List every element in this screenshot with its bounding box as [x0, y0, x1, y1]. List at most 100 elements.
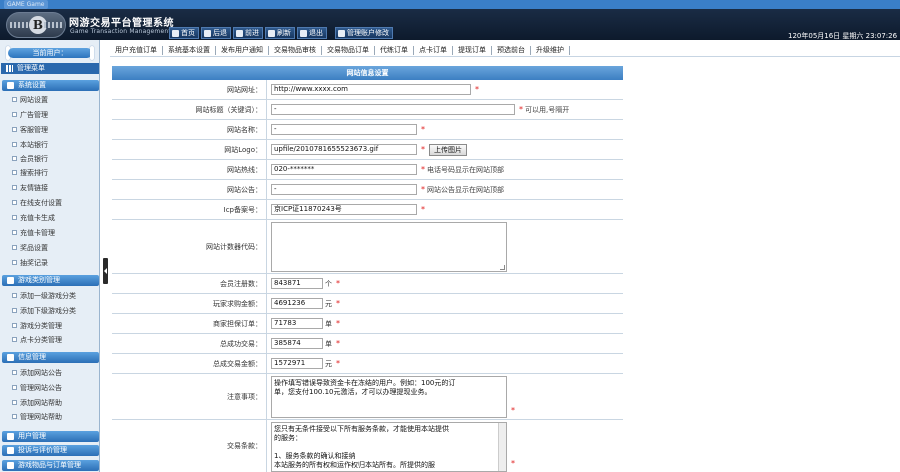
icp-input[interactable]: 京ICP证11870243号: [271, 204, 417, 215]
settings-form: 网站信息设置 网站网址： http://www.xxxx.com * 网站标题（关…: [112, 66, 623, 472]
menu-item-card-category-manage[interactable]: 点卡分类管理: [12, 335, 62, 345]
row-total-amount: 总成交易金额： 1572971 元 *: [112, 354, 623, 374]
page-icon: [12, 337, 17, 342]
row-site-url: 网站网址： http://www.xxxx.com *: [112, 80, 623, 100]
back-button[interactable]: 后退: [201, 27, 231, 39]
menu-grid-icon: [6, 65, 13, 72]
notice-text-textarea[interactable]: 操作填写错误导致资金卡在冻结的用户。例如：100元的订 单，您支付100.10元激…: [271, 375, 507, 418]
menu-item-manage-help[interactable]: 管理网站帮助: [12, 412, 62, 422]
required-mark: *: [511, 459, 515, 468]
row-icp: Icp备案号： 京ICP证11870243号 *: [112, 200, 623, 220]
tab-withdraw-orders[interactable]: 提现订单: [453, 45, 492, 55]
terms-textarea[interactable]: 您只有无条件接受以下所有服务条款，才能使用本站提供 的服务： 1、服务条款的确认和…: [271, 422, 507, 472]
menu-item-customer-service[interactable]: 客服管理: [12, 125, 48, 135]
page-icon: [12, 370, 17, 375]
required-mark: *: [421, 145, 425, 154]
menu-item-lottery-records[interactable]: 抽奖记录: [12, 258, 48, 268]
menu-item-site-settings[interactable]: 网站设置: [12, 95, 48, 105]
page-icon: [12, 170, 17, 175]
forward-button[interactable]: 前进: [233, 27, 263, 39]
site-logo-input[interactable]: upfile/2010781655523673.gif: [271, 144, 417, 155]
notice-input[interactable]: -: [271, 184, 417, 195]
page-icon: [12, 260, 17, 265]
menu-item-add-sub-category[interactable]: 添加下级游戏分类: [12, 306, 76, 316]
row-member-count: 会员注册数： 843871 个 *: [112, 274, 623, 294]
logout-button[interactable]: 退出: [297, 27, 327, 39]
folder-icon: [7, 354, 14, 361]
tab-leveling-orders[interactable]: 代练订单: [375, 45, 414, 55]
menu-item-add-help[interactable]: 添加网站帮助: [12, 398, 62, 408]
counter-code-textarea[interactable]: [271, 221, 507, 272]
account-settings-button[interactable]: 管理账户修改: [335, 27, 393, 39]
player-buy-input[interactable]: 4691236: [271, 298, 323, 309]
menu-item-add-top-category[interactable]: 添加一级游戏分类: [12, 291, 76, 301]
textarea-scrollbar[interactable]: [498, 423, 506, 471]
menu-item-member-bank[interactable]: 会员银行: [12, 154, 48, 164]
tab-upgrade[interactable]: 升级维护: [531, 45, 570, 55]
merchant-orders-label: 商家担保订单：: [112, 314, 267, 333]
merchant-orders-input[interactable]: 71783: [271, 318, 323, 329]
menu-item-friend-links[interactable]: 友情链接: [12, 183, 48, 193]
menu-item-card-manage[interactable]: 充值卡管理: [12, 228, 55, 238]
hotline-input[interactable]: 020-*******: [271, 164, 417, 175]
total-amount-input[interactable]: 1572971: [271, 358, 323, 369]
logo-wing-left: [10, 22, 28, 28]
page-icon: [12, 400, 17, 405]
page-icon: [12, 142, 17, 147]
menu-item-payment-settings[interactable]: 在线支付设置: [12, 198, 62, 208]
row-site-logo: 网站Logo： upfile/2010781655523673.gif * 上传图片: [112, 140, 623, 160]
site-keywords-input[interactable]: -: [271, 104, 515, 115]
tab-item-orders[interactable]: 交易物品订单: [322, 45, 375, 55]
hotline-label: 网站热线：: [112, 160, 267, 179]
total-amount-unit: 元: [325, 359, 332, 368]
menu-item-search-ranking[interactable]: 搜索排行: [12, 168, 48, 178]
menu-item-manage-notice[interactable]: 管理网站公告: [12, 383, 62, 393]
required-mark: *: [421, 185, 425, 194]
resize-grip-icon[interactable]: [500, 264, 505, 270]
tab-user-recharge[interactable]: 用户充值订单: [110, 45, 163, 55]
group-user-management[interactable]: 用户管理: [2, 431, 99, 442]
menu-item-site-bank[interactable]: 本站银行: [12, 140, 48, 150]
menu-item-prize-settings[interactable]: 奖品设置: [12, 243, 48, 253]
page-icon: [12, 293, 17, 298]
group-complaint-management[interactable]: 投诉与评价管理: [2, 445, 99, 456]
window-tab[interactable]: GAME Game: [4, 0, 48, 9]
menu-item-card-generate[interactable]: 充值卡生成: [12, 213, 55, 223]
site-name-input[interactable]: -: [271, 124, 417, 135]
management-menu-tab[interactable]: 管理菜单: [1, 63, 99, 74]
folder-icon: [7, 82, 14, 89]
total-trades-input[interactable]: 385874: [271, 338, 323, 349]
home-button[interactable]: 首页: [169, 27, 199, 39]
group-info-management[interactable]: 信息管理: [2, 352, 99, 363]
site-url-input[interactable]: http://www.xxxx.com: [271, 84, 471, 95]
required-mark: *: [336, 279, 340, 288]
group-game-category[interactable]: 游戏类别管理: [2, 275, 99, 286]
total-amount-label: 总成交易金额：: [112, 354, 267, 373]
current-user-panel: 当前用户：: [0, 44, 100, 61]
group-order-management[interactable]: 游戏物品与订单管理: [2, 460, 99, 471]
page-icon: [12, 245, 17, 250]
row-notice: 网站公告： - * 网站公告显示在网站顶部: [112, 180, 623, 200]
page-icon: [12, 323, 17, 328]
group-system-settings[interactable]: 系统设置: [2, 80, 99, 91]
folder-icon: [7, 433, 14, 440]
row-hotline: 网站热线： 020-******* * 电话号码显示在网站顶部: [112, 160, 623, 180]
page-icon: [12, 156, 17, 161]
tab-preview-frontend[interactable]: 预选前台: [492, 45, 531, 55]
tab-system-settings[interactable]: 系统基本设置: [163, 45, 216, 55]
row-site-name: 网站名称： - *: [112, 120, 623, 140]
menu-item-add-notice[interactable]: 添加网站公告: [12, 368, 62, 378]
tab-card-orders[interactable]: 点卡订单: [414, 45, 453, 55]
account-icon: [338, 29, 345, 37]
upload-image-button[interactable]: 上传图片: [429, 143, 467, 156]
member-count-input[interactable]: 843871: [271, 278, 323, 289]
page-icon: [12, 185, 17, 190]
sidebar-collapse-handle[interactable]: [103, 258, 108, 284]
menu-item-ad-management[interactable]: 广告管理: [12, 110, 48, 120]
refresh-button[interactable]: 刷新: [265, 27, 295, 39]
tab-item-review[interactable]: 交易物品审核: [269, 45, 322, 55]
tab-user-notice[interactable]: 发布用户通知: [216, 45, 269, 55]
site-keywords-label: 网站标题（关键词）：: [112, 100, 267, 119]
terms-label: 交易条款：: [112, 420, 267, 472]
menu-item-category-manage[interactable]: 游戏分类管理: [12, 321, 62, 331]
